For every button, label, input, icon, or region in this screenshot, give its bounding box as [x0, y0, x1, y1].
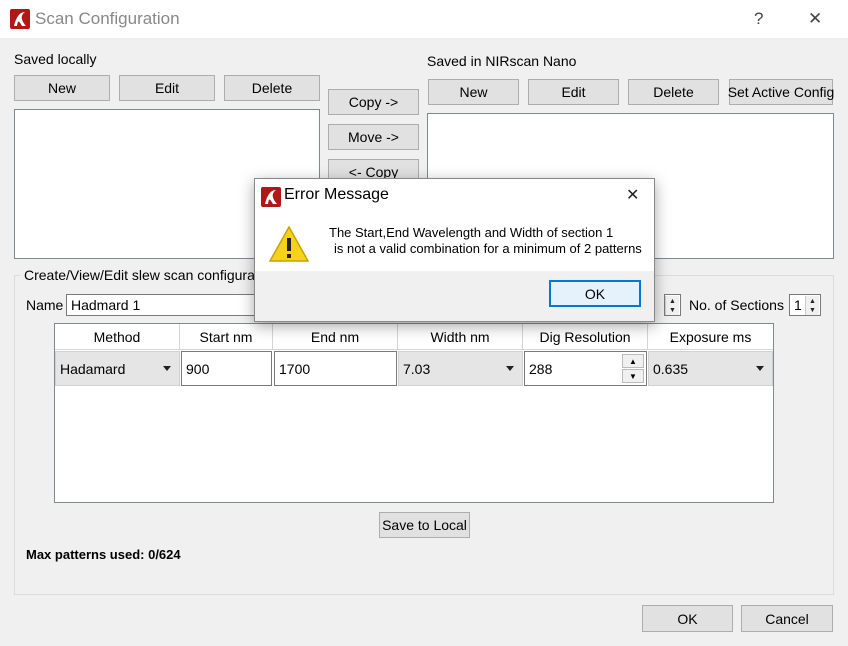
nano-edit-button[interactable]: Edit: [528, 79, 619, 105]
close-icon[interactable]: ✕: [808, 9, 822, 29]
width-nm-value: 7.03: [403, 360, 431, 377]
window-title: Scan Configuration: [35, 9, 180, 28]
saved-nano-label: Saved in NIRscan Nano: [427, 53, 577, 69]
dialog-footer: OK: [255, 271, 654, 321]
config-name-input[interactable]: Hadmard 1: [66, 294, 266, 316]
col-header-method: Method: [55, 324, 180, 350]
name-label: Name: [26, 297, 64, 313]
end-nm-input[interactable]: 1700: [274, 351, 397, 386]
error-dialog: Error Message ✕ The Start,End Wavelength…: [254, 178, 655, 322]
saved-locally-label: Saved locally: [14, 51, 97, 67]
cancel-button[interactable]: Cancel: [741, 605, 833, 632]
local-delete-button[interactable]: Delete: [224, 75, 320, 101]
move-to-nano-button[interactable]: Move ->: [328, 124, 419, 150]
nano-new-button[interactable]: New: [428, 79, 519, 105]
dig-resolution-value: 288: [529, 360, 553, 377]
col-header-dig-resolution: Dig Resolution: [523, 324, 648, 350]
col-header-start: Start nm: [180, 324, 273, 350]
set-active-config-button[interactable]: Set Active Config: [728, 79, 834, 105]
sections-label: No. of Sections: [689, 297, 784, 313]
partial-spinner[interactable]: ▲ ▼: [664, 294, 681, 316]
dialog-ok-button[interactable]: OK: [549, 280, 641, 307]
dialog-close-icon[interactable]: ✕: [626, 185, 639, 205]
col-header-exposure: Exposure ms: [648, 324, 773, 350]
warning-icon: [268, 225, 310, 263]
error-line-2: is not a valid combination for a minimum…: [334, 241, 642, 256]
method-value: Hadamard: [60, 360, 126, 377]
chevron-down-icon: [163, 366, 171, 371]
max-patterns-text: Max patterns used: 0/624: [26, 547, 181, 562]
help-icon[interactable]: ?: [754, 9, 763, 29]
dig-resolution-spinner[interactable]: 288 ▲ ▼: [524, 351, 647, 386]
save-to-local-button[interactable]: Save to Local: [379, 512, 470, 538]
dialog-app-icon: [261, 187, 281, 207]
col-header-end: End nm: [273, 324, 398, 350]
ok-button[interactable]: OK: [642, 605, 733, 632]
start-nm-input[interactable]: 900: [181, 351, 272, 386]
sections-value: 1: [794, 297, 802, 313]
exposure-value: 0.635: [653, 360, 689, 377]
col-header-width: Width nm: [398, 324, 523, 350]
exposure-select[interactable]: 0.635: [648, 351, 773, 386]
width-nm-select[interactable]: 7.03: [398, 351, 523, 386]
chevron-down-icon: [506, 366, 514, 371]
sections-down-icon[interactable]: ▼: [805, 305, 819, 315]
sections-table: Method Start nm End nm Width nm Dig Reso…: [54, 323, 774, 503]
window-titlebar: Scan Configuration ? ✕: [0, 0, 848, 38]
app-icon: [10, 9, 30, 29]
spinner-down-icon[interactable]: ▼: [665, 305, 679, 315]
chevron-down-icon: [756, 366, 764, 371]
dig-down-icon[interactable]: ▼: [622, 369, 644, 383]
sections-spinner[interactable]: 1 ▲ ▼: [789, 294, 821, 316]
copy-to-nano-button[interactable]: Copy ->: [328, 89, 419, 115]
nano-delete-button[interactable]: Delete: [628, 79, 719, 105]
dialog-title: Error Message: [284, 186, 389, 203]
method-select[interactable]: Hadamard: [55, 351, 180, 386]
config-group-label: Create/View/Edit slew scan configuratio: [20, 267, 274, 283]
local-new-button[interactable]: New: [14, 75, 110, 101]
dig-up-icon[interactable]: ▲: [622, 354, 644, 368]
error-line-1: The Start,End Wavelength and Width of se…: [329, 225, 614, 240]
local-edit-button[interactable]: Edit: [119, 75, 215, 101]
